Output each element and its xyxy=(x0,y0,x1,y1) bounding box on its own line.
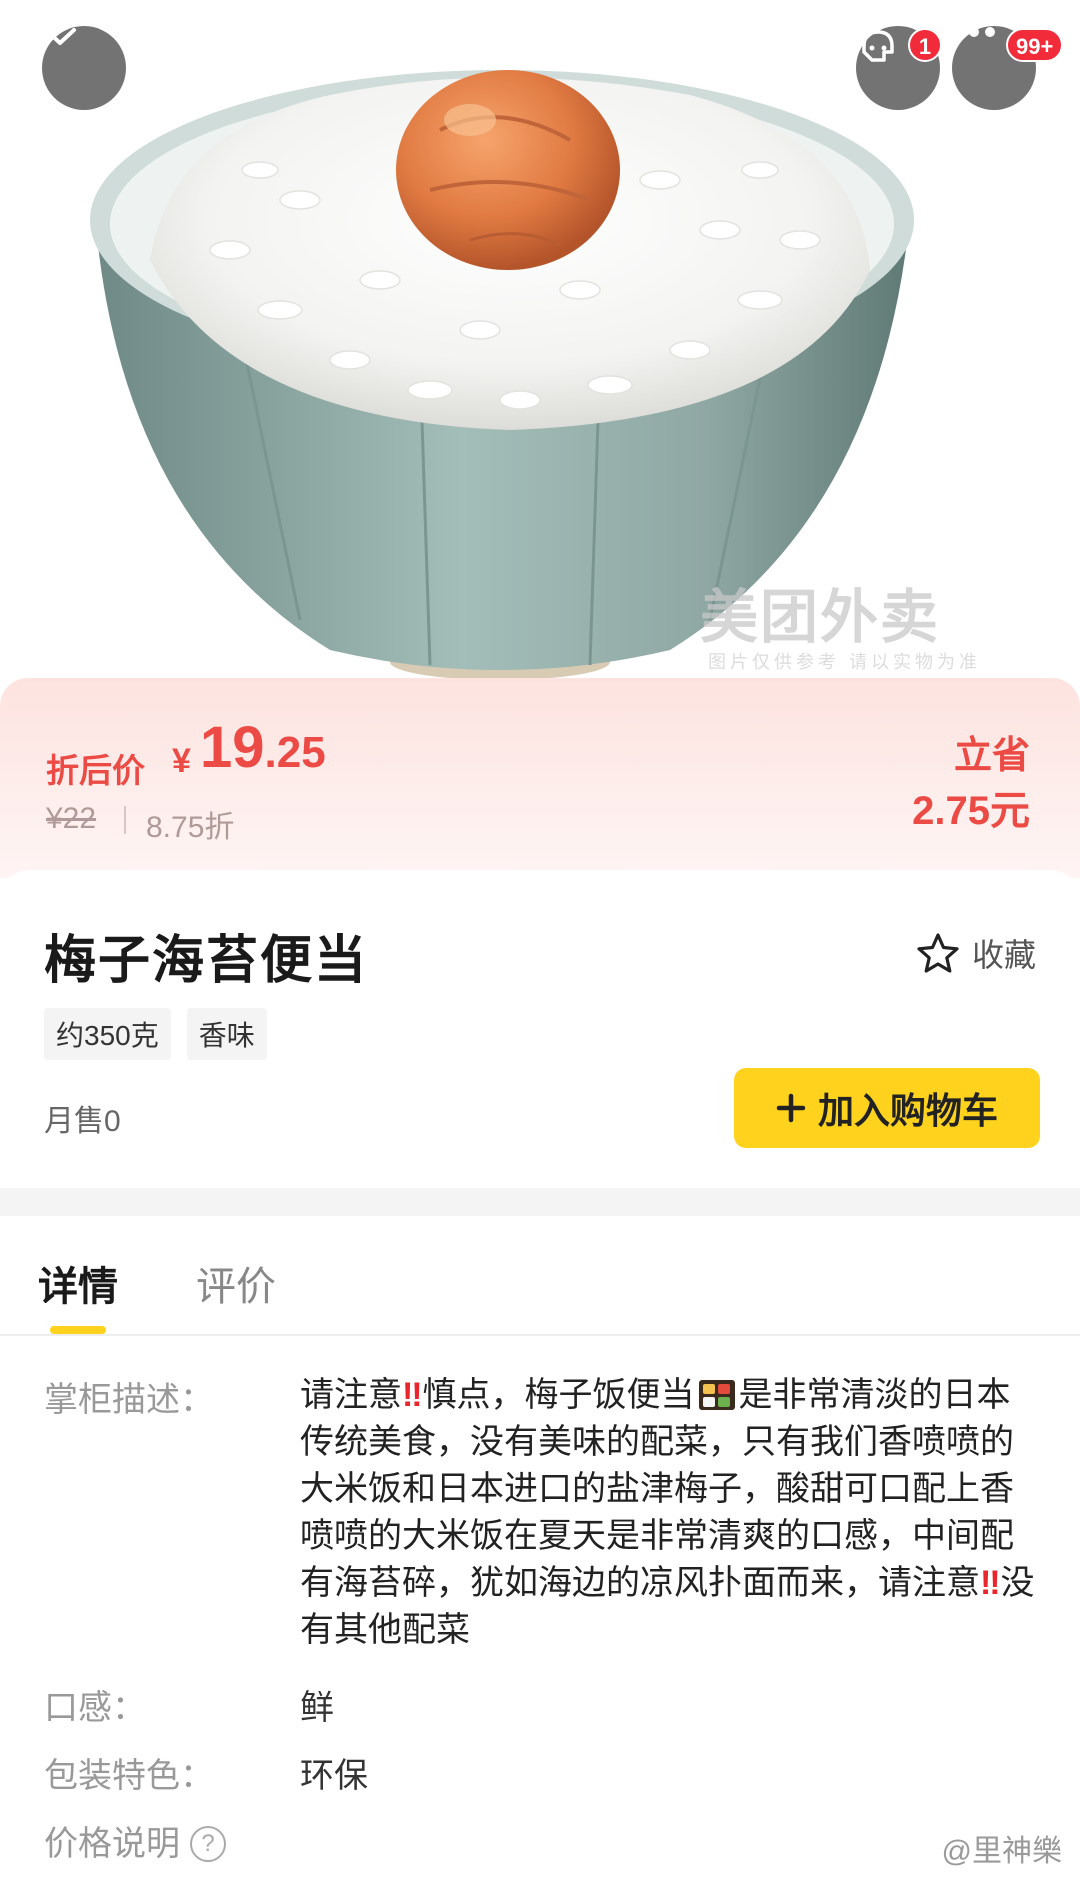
discounted-price: 19.25 xyxy=(200,714,326,781)
taste-label: 口感： xyxy=(44,1689,146,1727)
double-exclamation-icon: ‼ xyxy=(402,1376,423,1414)
tab-reviews[interactable]: 评价 xyxy=(196,1254,276,1312)
section-divider xyxy=(0,1188,1080,1216)
price-banner: 折后价 ¥ 19.25 ¥22 8.75折 立省 2.75元 xyxy=(0,678,1080,878)
add-to-cart-button[interactable]: 加入购物车 xyxy=(734,1068,1040,1148)
currency-symbol: ¥ xyxy=(172,742,191,780)
star-icon xyxy=(917,933,959,973)
active-tab-indicator xyxy=(50,1326,106,1334)
discount-rate: 8.75折 xyxy=(146,811,235,844)
desc-text-1: 请注意 xyxy=(300,1376,402,1414)
chevron-down-icon xyxy=(44,28,76,45)
bento-box-icon xyxy=(698,1380,735,1410)
meituan-watermark: 美团外卖 xyxy=(700,585,941,650)
collapse-button[interactable] xyxy=(42,26,126,110)
monthly-sales: 月售0 xyxy=(44,1105,121,1138)
question-mark-icon[interactable]: ? xyxy=(190,1826,226,1862)
discount-price-label: 折后价 xyxy=(46,752,145,789)
favorite-label: 收藏 xyxy=(971,937,1036,973)
taste-value: 鲜 xyxy=(300,1689,334,1727)
desc-text-2: 慎点，梅子饭便当 xyxy=(422,1376,695,1414)
price-divider xyxy=(124,806,126,834)
add-to-cart-label: 加入购物车 xyxy=(817,1090,998,1131)
price-note-label: 价格说明 xyxy=(44,1825,180,1863)
product-title: 梅子海苔便当 xyxy=(44,932,369,990)
price-note[interactable]: 价格说明? xyxy=(44,1816,226,1865)
save-amount: 2.75元 xyxy=(912,789,1030,833)
price-integer: 19 xyxy=(200,715,265,780)
price-decimal: .25 xyxy=(264,728,326,777)
more-dots-icon xyxy=(953,27,995,37)
spec-tags: 约350克 香味 xyxy=(44,1008,267,1060)
watermark-subtext: 图片仅供参考 请以实物为准 xyxy=(708,652,981,672)
cs-unread-badge: 1 xyxy=(908,28,942,62)
chat-icon xyxy=(862,30,894,62)
package-value: 环保 xyxy=(300,1757,368,1795)
detail-tabs: 详情 评价 xyxy=(0,1216,1080,1336)
weibo-watermark: @里神樂 xyxy=(941,1835,1062,1868)
desc-label: 掌柜描述： xyxy=(44,1381,214,1419)
spec-tag-flavor: 香味 xyxy=(186,1008,267,1060)
product-info-card: 梅子海苔便当 收藏 约350克 香味 月售0 加入购物车 xyxy=(0,870,1080,1190)
product-image[interactable]: 美团外卖 图片仅供参考 请以实物为准 1 99+ xyxy=(0,0,1080,690)
plus-icon xyxy=(776,1093,806,1123)
shop-description: 请注意‼慎点，梅子饭便当 是非常清淡的日本传统美食，没有美味的配菜，只有我们香喷喷… xyxy=(300,1372,1040,1654)
tabs-bottom-border xyxy=(0,1334,1080,1336)
more-unread-badge: 99+ xyxy=(1006,28,1064,62)
double-exclamation-icon-2: ‼ xyxy=(980,1564,1001,1602)
original-price: ¥22 xyxy=(46,802,97,835)
tab-details[interactable]: 详情 xyxy=(38,1254,118,1312)
spec-tag-weight: 约350克 xyxy=(44,1008,171,1060)
save-label: 立省 xyxy=(953,735,1030,777)
package-label: 包装特色： xyxy=(44,1757,214,1795)
favorite-button[interactable]: 收藏 xyxy=(916,930,1036,976)
